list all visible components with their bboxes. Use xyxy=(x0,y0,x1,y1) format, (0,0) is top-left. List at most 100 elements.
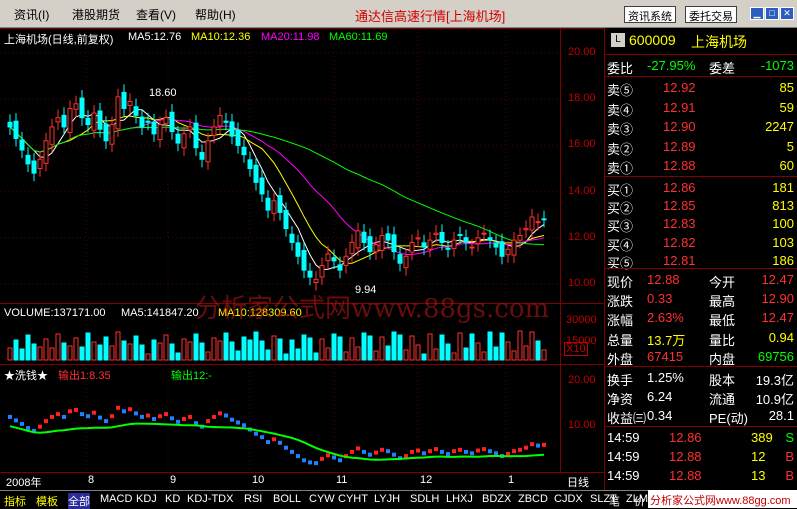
tab-boll[interactable]: BOLL xyxy=(273,493,301,505)
volume-bar xyxy=(361,332,367,361)
candle-body xyxy=(37,158,43,170)
tab-指标[interactable]: 指标 xyxy=(4,493,26,509)
volume-bar xyxy=(193,333,199,361)
indicator-dot xyxy=(332,455,336,460)
tab-kdj[interactable]: KDJ xyxy=(136,493,157,505)
volume-bar xyxy=(169,343,175,361)
tab-cyw[interactable]: CYW xyxy=(309,493,335,505)
candle-body xyxy=(139,116,145,128)
volume-bar xyxy=(493,346,499,361)
volume-bar xyxy=(343,351,349,361)
indicator-dot xyxy=(86,414,90,419)
volume-bar xyxy=(145,353,151,361)
menu-hk-futures[interactable]: 港股期货 xyxy=(72,6,120,23)
tab-zbcd[interactable]: ZBCD xyxy=(518,493,548,505)
bid-row: 买④ 12.82 103 xyxy=(607,234,794,253)
volume-tick: 30000 xyxy=(566,314,597,326)
maximize-icon[interactable]: □ xyxy=(765,7,779,20)
indicator-dot xyxy=(320,456,324,461)
tab-kd[interactable]: KD xyxy=(165,493,180,505)
indicator-dot xyxy=(536,443,540,448)
candle-body xyxy=(325,253,331,262)
menu-help[interactable]: 帮助(H) xyxy=(195,6,236,23)
candle-body xyxy=(331,257,337,262)
volume-bar xyxy=(505,341,511,361)
volume-bar xyxy=(271,335,277,361)
indicator-dot xyxy=(410,449,414,454)
candle-body xyxy=(85,117,91,126)
indicator-dot xyxy=(368,452,372,457)
indicator-dot xyxy=(392,452,396,457)
tab-lhxj[interactable]: LHXJ xyxy=(446,493,473,505)
volume-bar xyxy=(259,340,265,361)
tab-模板[interactable]: 模板 xyxy=(36,493,58,509)
news-system-button[interactable]: 资讯系统 xyxy=(624,6,676,23)
volume-bar xyxy=(499,332,505,361)
candle-body xyxy=(121,91,127,109)
volume-bar xyxy=(487,331,493,361)
tab-kdj-tdx[interactable]: KDJ-TDX xyxy=(187,493,233,505)
indicator-dot xyxy=(8,414,12,419)
month-label: 11 xyxy=(336,474,348,486)
indicator-dot xyxy=(374,450,378,455)
volume-bar xyxy=(409,335,415,361)
candle-body xyxy=(25,154,31,165)
kline-chart-area[interactable]: 上海机场(日线,前复权) MA5:12.76 MA10:12.36 MA20:1… xyxy=(0,28,604,490)
price-tick: 14.00 xyxy=(568,184,596,197)
candle-body xyxy=(481,232,487,235)
candle-body xyxy=(337,264,343,271)
indicator-dot xyxy=(308,460,312,465)
tab-price[interactable]: 价 xyxy=(634,493,645,509)
volume-bar xyxy=(325,347,331,361)
close-icon[interactable]: ✕ xyxy=(780,7,794,20)
tab-cyht[interactable]: CYHT xyxy=(338,493,368,505)
trade-button[interactable]: 委托交易 xyxy=(685,6,737,23)
month-label: 2008年 xyxy=(6,477,42,489)
volume-bar xyxy=(331,333,337,361)
candle-body xyxy=(229,121,235,137)
volume-bar xyxy=(529,331,535,361)
indicator-dot xyxy=(266,440,270,445)
ask-row: 卖① 12.88 60 xyxy=(607,158,794,177)
ask-row: 卖⑤ 12.92 85 xyxy=(607,80,794,98)
volume-bar xyxy=(277,338,283,361)
indicator-dot xyxy=(152,417,156,421)
tab-sdlh[interactable]: SDLH xyxy=(410,493,439,505)
indicator-dot xyxy=(434,447,438,452)
menu-view[interactable]: 查看(V) xyxy=(136,6,176,23)
volume-bar xyxy=(211,337,217,361)
minimize-icon[interactable]: ▁ xyxy=(750,7,764,20)
candle-body xyxy=(343,255,349,266)
menu-news[interactable]: 资讯(I) xyxy=(14,6,49,23)
tab-全部[interactable]: 全部 xyxy=(68,493,90,509)
tab-macd[interactable]: MACD xyxy=(100,493,132,505)
quote-stat-row: 现价 12.88 今开 12.47 xyxy=(607,272,794,290)
volume-bar xyxy=(517,330,523,361)
candle-body xyxy=(415,237,421,240)
volume-bar xyxy=(199,342,205,361)
indicator-output1: 输出1:8.35 xyxy=(58,370,111,382)
candle-body xyxy=(259,177,265,195)
volume-bar xyxy=(103,336,109,361)
volume-bar xyxy=(295,348,301,361)
tab-trades[interactable]: 笔 xyxy=(609,493,620,509)
candle-body xyxy=(211,126,217,136)
volume-bar xyxy=(7,347,13,361)
volume-bar xyxy=(391,331,397,361)
tab-lyjh[interactable]: LYJH xyxy=(374,493,400,505)
kline-chart[interactable] xyxy=(0,28,604,490)
candle-body xyxy=(91,112,97,131)
volume-bar xyxy=(217,340,223,361)
quote-stat-row: 涨幅 2.63% 最低 12.47 xyxy=(607,310,794,329)
indicator-dot xyxy=(338,458,342,463)
candle-body xyxy=(463,237,469,243)
volume-bar xyxy=(307,337,313,361)
tab-rsi[interactable]: RSI xyxy=(244,493,262,505)
candle-body xyxy=(97,110,103,130)
tab-cjdx[interactable]: CJDX xyxy=(554,493,583,505)
menu-bar: 资讯(I) 港股期货 查看(V) 帮助(H) 通达信高速行情[上海机场] 资讯系… xyxy=(0,0,797,28)
volume-bar xyxy=(133,335,139,361)
tab-bdzx[interactable]: BDZX xyxy=(482,493,511,505)
volume-bar xyxy=(349,337,355,361)
indicator-dot xyxy=(44,419,48,424)
